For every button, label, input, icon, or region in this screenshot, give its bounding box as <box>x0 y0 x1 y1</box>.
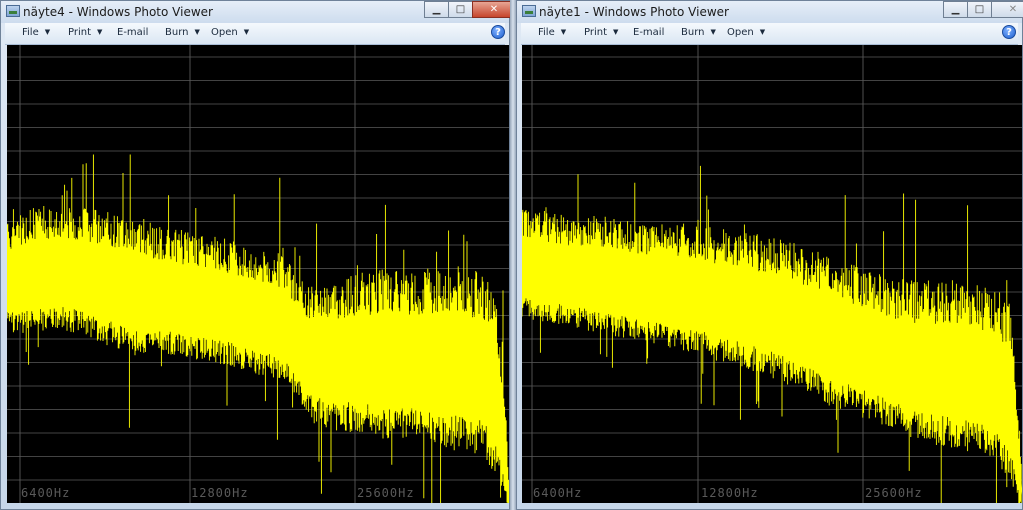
title-bar[interactable]: näyte4 - Windows Photo Viewer ▁ □ ✕ <box>1 1 516 23</box>
spectrum-chart <box>7 45 509 503</box>
menu-burn[interactable]: Burn ▼ <box>681 27 716 38</box>
chevron-down-icon: ▼ <box>560 28 567 36</box>
minimize-button[interactable]: ▁ <box>424 1 449 18</box>
menu-file-label: File <box>538 27 555 38</box>
menu-bar: File ▼ Print ▼ E-mail Burn ▼ Open ▼ ? <box>5 23 505 45</box>
x-tick-label: 12800Hz <box>191 486 249 500</box>
window-title: näyte4 - Windows Photo Viewer <box>23 5 213 19</box>
window-title: näyte1 - Windows Photo Viewer <box>539 5 729 19</box>
menu-file[interactable]: File ▼ <box>538 27 566 38</box>
chevron-down-icon: ▼ <box>710 28 716 36</box>
maximize-button[interactable]: □ <box>448 1 473 18</box>
chevron-down-icon: ▼ <box>243 28 250 36</box>
chevron-down-icon: ▼ <box>613 28 619 36</box>
x-tick-label: 6400Hz <box>533 486 583 500</box>
photo-viewer-window-right: näyte1 - Windows Photo Viewer ▁ □ ✕ File… <box>516 0 1023 510</box>
menu-print[interactable]: Print ▼ <box>584 27 618 38</box>
menu-open-label: Open <box>211 27 238 38</box>
photo-viewer-app-icon <box>6 5 20 17</box>
menu-email-label: E-mail <box>633 27 665 38</box>
menu-open[interactable]: Open ▼ <box>211 27 249 38</box>
menu-print-label: Print <box>584 27 608 38</box>
menu-print[interactable]: Print ▼ <box>68 27 102 38</box>
menu-burn-label: Burn <box>165 27 189 38</box>
menu-file[interactable]: File ▼ <box>22 27 50 38</box>
spectrum-image: 6400Hz 12800Hz 25600Hz <box>522 45 1022 503</box>
photo-viewer-app-icon <box>522 5 536 17</box>
chevron-down-icon: ▼ <box>97 28 103 36</box>
menu-email[interactable]: E-mail <box>633 27 664 38</box>
menu-burn-label: Burn <box>681 27 705 38</box>
chevron-down-icon: ▼ <box>759 28 766 36</box>
menu-print-label: Print <box>68 27 92 38</box>
x-tick-label: 25600Hz <box>865 486 923 500</box>
maximize-button[interactable]: □ <box>967 1 992 18</box>
menu-email-label: E-mail <box>117 27 149 38</box>
minimize-button[interactable]: ▁ <box>943 1 968 18</box>
spectrum-series-line <box>7 154 509 503</box>
close-button[interactable]: ✕ <box>991 1 1023 18</box>
chevron-down-icon: ▼ <box>194 28 200 36</box>
title-bar[interactable]: näyte1 - Windows Photo Viewer ▁ □ ✕ <box>517 1 1023 23</box>
spectrum-series-line <box>522 165 1022 503</box>
spectrum-chart <box>522 45 1022 503</box>
menu-burn[interactable]: Burn ▼ <box>165 27 200 38</box>
help-icon[interactable]: ? <box>1002 25 1016 39</box>
help-icon[interactable]: ? <box>491 25 505 39</box>
menu-bar: File ▼ Print ▼ E-mail Burn ▼ Open ▼ ? <box>521 23 1018 45</box>
spectrum-image: 6400Hz 12800Hz 25600Hz <box>7 45 509 503</box>
menu-open-label: Open <box>727 27 754 38</box>
chevron-down-icon: ▼ <box>44 28 51 36</box>
x-tick-label: 6400Hz <box>21 486 71 500</box>
menu-open[interactable]: Open ▼ <box>727 27 765 38</box>
menu-email[interactable]: E-mail <box>117 27 148 38</box>
menu-file-label: File <box>22 27 39 38</box>
photo-viewer-window-left: näyte4 - Windows Photo Viewer ▁ □ ✕ File… <box>0 0 516 510</box>
x-tick-label: 12800Hz <box>701 486 759 500</box>
x-tick-label: 25600Hz <box>357 486 415 500</box>
